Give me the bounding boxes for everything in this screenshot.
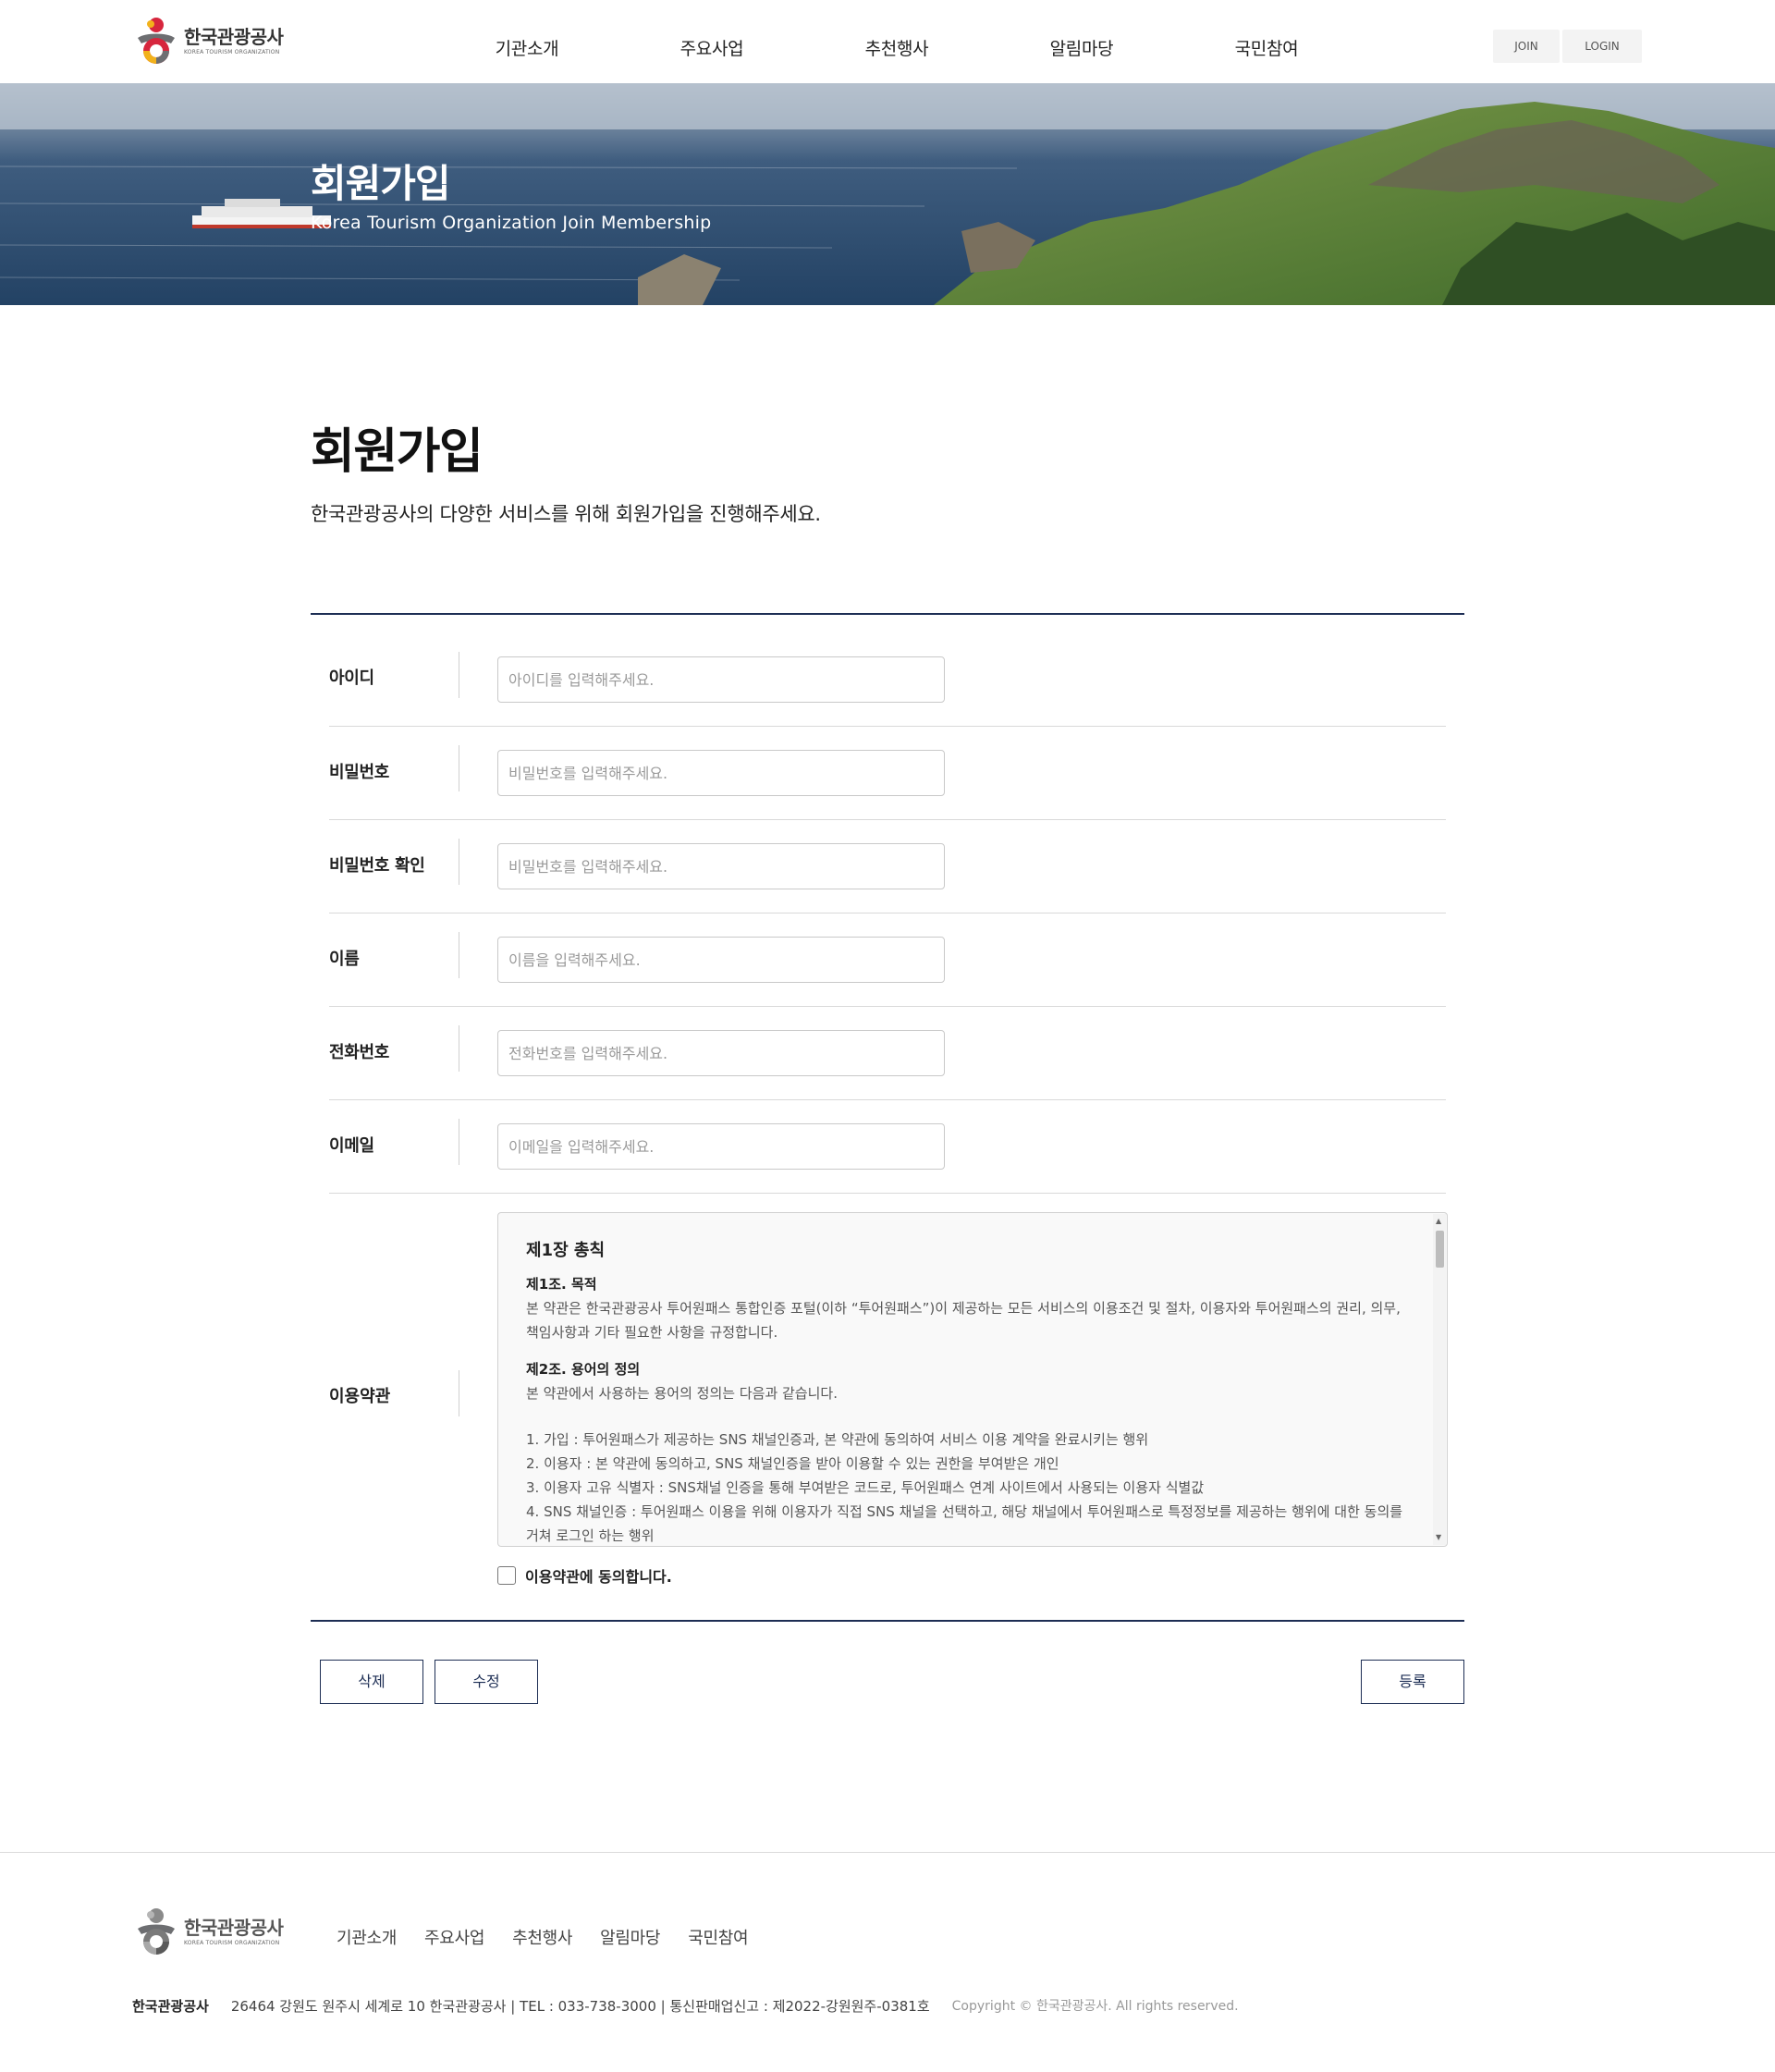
password-label: 비밀번호 bbox=[329, 763, 390, 782]
main-nav: 기관소개 주요사업 추천행사 알림마당 국민참여 bbox=[435, 0, 1359, 83]
form-row-password: 비밀번호 bbox=[329, 727, 1446, 820]
form-bottom-divider bbox=[311, 1620, 1464, 1622]
terms-definition-item: 1. 가입 : 투어원패스가 제공하는 SNS 채널인증과, 본 약관에 동의하… bbox=[526, 1431, 1149, 1448]
modify-button[interactable]: 수정 bbox=[435, 1660, 538, 1704]
terms-label: 이용약관 bbox=[329, 1387, 391, 1406]
nav-item-business[interactable]: 주요사업 bbox=[619, 0, 804, 83]
hero-landscape-image bbox=[0, 83, 1775, 305]
footer-nav-item-about[interactable]: 기관소개 bbox=[337, 1925, 397, 1949]
footer-divider bbox=[0, 1852, 1775, 1853]
terms-definition-item: 2. 이용자 : 본 약관에 동의하고, SNS 채널인증을 받아 이용할 수 … bbox=[526, 1455, 1059, 1472]
password-input[interactable] bbox=[497, 750, 945, 796]
terms-scrollbar[interactable]: ▲ ▼ bbox=[1433, 1214, 1446, 1545]
login-button[interactable]: LOGIN bbox=[1562, 30, 1642, 63]
footer-copyright: Copyright © 한국관광공사. All rights reserved. bbox=[951, 1999, 1239, 2014]
name-input[interactable] bbox=[497, 937, 945, 983]
password-confirm-input[interactable] bbox=[497, 843, 945, 889]
form-row-email: 이메일 bbox=[329, 1100, 1446, 1194]
form-row-phone: 전화번호 bbox=[329, 1007, 1446, 1100]
phone-input[interactable] bbox=[497, 1030, 945, 1076]
nav-item-notice[interactable]: 알림마당 bbox=[989, 0, 1174, 83]
hero-title: 회원가입 bbox=[311, 161, 451, 206]
hero-subtitle: Korea Tourism Organization Join Membersh… bbox=[311, 213, 712, 233]
page-description: 한국관광공사의 다양한 서비스를 위해 회원가입을 진행해주세요. bbox=[311, 503, 821, 525]
logo-mark-icon bbox=[138, 1908, 175, 1955]
footer-logo[interactable]: 한국관광공사 KOREA TOURISM ORGANIZATION bbox=[132, 1906, 289, 1958]
hero-banner: 회원가입 Korea Tourism Organization Join Mem… bbox=[0, 83, 1775, 305]
footer-address: 26464 강원도 원주시 세계로 10 한국관광공사 | TEL : 033-… bbox=[230, 1998, 930, 2015]
name-label: 이름 bbox=[329, 950, 360, 969]
register-button[interactable]: 등록 bbox=[1361, 1660, 1464, 1704]
id-label: 아이디 bbox=[329, 668, 374, 688]
scroll-down-icon[interactable]: ▼ bbox=[1436, 1534, 1441, 1541]
phone-label: 전화번호 bbox=[329, 1043, 390, 1062]
terms-content: 제1장 총칙 제1조. 목적 본 약관은 한국관광공사 투어원패스 통합인증 포… bbox=[526, 1239, 1404, 1546]
footer-nav-item-events[interactable]: 추천행사 bbox=[512, 1925, 572, 1949]
terms-chapter-title: 제1장 총칙 bbox=[526, 1241, 606, 1260]
logo-text-en: KOREA TOURISM ORGANIZATION bbox=[184, 49, 280, 55]
footer-info: 한국관광공사 26464 강원도 원주시 세계로 10 한국관광공사 | TEL… bbox=[132, 1996, 1239, 2016]
terms-scroll-box[interactable]: 제1장 총칙 제1조. 목적 본 약관은 한국관광공사 투어원패스 통합인증 포… bbox=[497, 1212, 1448, 1547]
scroll-up-icon[interactable]: ▲ bbox=[1436, 1218, 1441, 1225]
terms-article1-body: 본 약관은 한국관광공사 투어원패스 통합인증 포털(이하 “투어원패스”)이 … bbox=[526, 1300, 1401, 1341]
terms-article2-body: 본 약관에서 사용하는 용어의 정의는 다음과 같습니다. bbox=[526, 1385, 838, 1402]
logo-text-ko: 한국관광공사 bbox=[184, 26, 284, 48]
scrollbar-thumb[interactable] bbox=[1436, 1231, 1444, 1268]
id-input[interactable] bbox=[497, 656, 945, 703]
nav-item-about[interactable]: 기관소개 bbox=[435, 0, 619, 83]
site-logo[interactable]: 한국관광공사 KOREA TOURISM ORGANIZATION bbox=[132, 16, 289, 67]
footer-logo-text-en: KOREA TOURISM ORGANIZATION bbox=[184, 1940, 280, 1946]
form-row-name: 이름 bbox=[329, 913, 1446, 1007]
terms-definition-item: 4. SNS 채널인증 : 투어원패스 이용을 위해 이용자가 직접 SNS 채… bbox=[526, 1503, 1403, 1544]
terms-agree-label[interactable]: 이용약관에 동의합니다. bbox=[525, 1564, 672, 1587]
footer-nav-item-notice[interactable]: 알림마당 bbox=[600, 1925, 660, 1949]
footer-org-name: 한국관광공사 bbox=[132, 1998, 209, 2015]
nav-item-participation[interactable]: 국민참여 bbox=[1174, 0, 1359, 83]
join-button[interactable]: JOIN bbox=[1493, 30, 1560, 63]
form-row-password-confirm: 비밀번호 확인 bbox=[329, 820, 1446, 913]
logo-text: 한국관광공사 KOREA TOURISM ORGANIZATION bbox=[184, 26, 284, 55]
footer-nav-item-participation[interactable]: 국민참여 bbox=[688, 1925, 748, 1949]
password-confirm-label: 비밀번호 확인 bbox=[329, 856, 425, 876]
delete-button[interactable]: 삭제 bbox=[320, 1660, 423, 1704]
terms-agree[interactable]: 이용약관에 동의합니다. bbox=[497, 1565, 672, 1586]
email-label: 이메일 bbox=[329, 1136, 374, 1156]
footer-nav: 기관소개 주요사업 추천행사 알림마당 국민참여 bbox=[337, 1925, 776, 1949]
logo-mark-icon bbox=[138, 18, 175, 64]
footer-logo-text-ko: 한국관광공사 bbox=[184, 1917, 284, 1939]
email-input[interactable] bbox=[497, 1123, 945, 1170]
terms-definition-item: 3. 이용자 고유 식별자 : SNS채널 인증을 통해 부여받은 코드로, 투… bbox=[526, 1479, 1205, 1496]
form-row-id: 아이디 bbox=[329, 615, 1446, 727]
terms-article2-title: 제2조. 용어의 정의 bbox=[526, 1361, 641, 1378]
footer-logo-text: 한국관광공사 KOREA TOURISM ORGANIZATION bbox=[184, 1917, 284, 1946]
page-title: 회원가입 bbox=[311, 424, 484, 480]
footer-nav-item-business[interactable]: 주요사업 bbox=[424, 1925, 484, 1949]
site-header: 한국관광공사 KOREA TOURISM ORGANIZATION 기관소개 주… bbox=[0, 0, 1775, 83]
nav-item-events[interactable]: 추천행사 bbox=[804, 0, 989, 83]
checkbox-icon[interactable] bbox=[497, 1566, 516, 1585]
terms-article1-title: 제1조. 목적 bbox=[526, 1276, 597, 1293]
